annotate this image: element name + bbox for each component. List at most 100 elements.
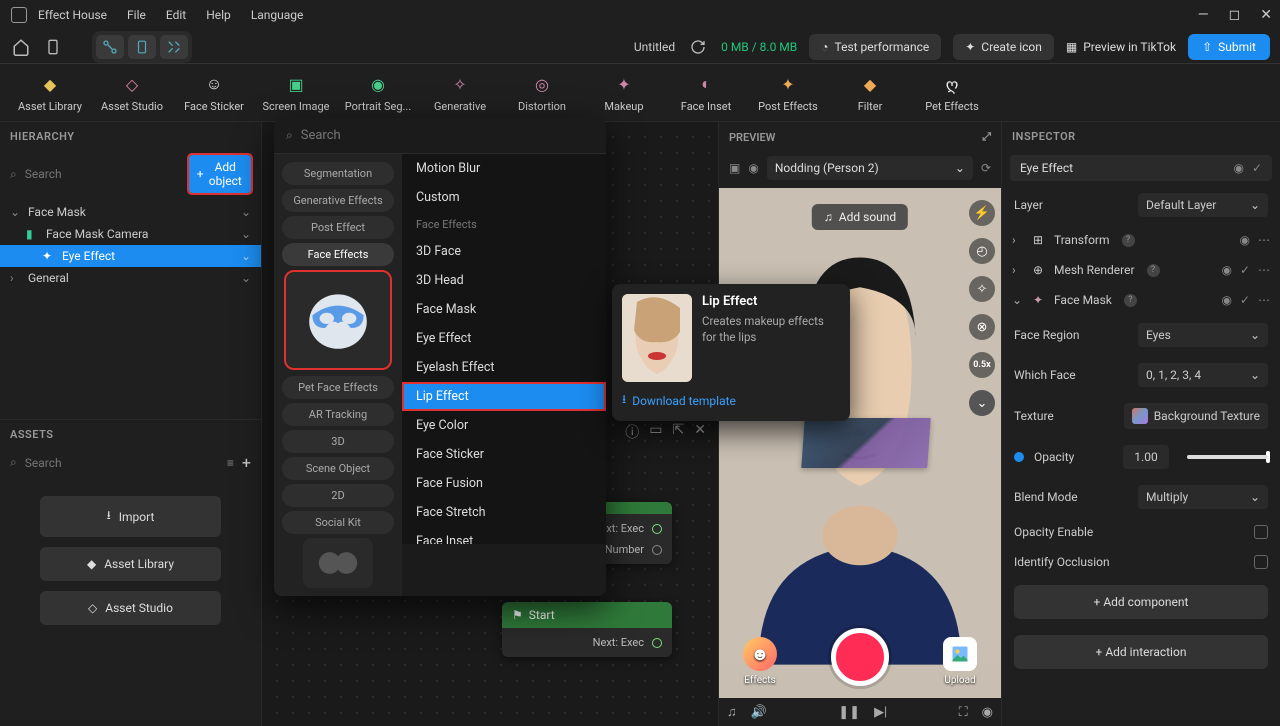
step-icon[interactable]: ▶| <box>874 705 887 720</box>
popover-search-input[interactable] <box>301 128 594 143</box>
calendar-icon[interactable]: ▭ <box>649 422 662 442</box>
pause-icon[interactable]: ❚❚ <box>838 705 860 720</box>
more-icon[interactable]: ⌄ <box>241 227 251 241</box>
record-button[interactable] <box>831 628 889 686</box>
layer-select[interactable]: Default Layer⌄ <box>1138 193 1268 217</box>
tool-filter[interactable]: ◆Filter <box>830 70 910 117</box>
cat-scene-object[interactable]: Scene Object <box>282 457 394 480</box>
add-sound-button[interactable]: ♫ Add sound <box>812 204 908 230</box>
home-button[interactable] <box>10 36 32 58</box>
tool-post-effects[interactable]: ✦Post Effects <box>748 70 828 117</box>
volume-icon[interactable]: 🔊 <box>751 705 767 720</box>
preview-tiktok-button[interactable]: ▦ Preview in TikTok <box>1066 40 1176 54</box>
which-face-select[interactable]: 0, 1, 2, 3, 4⌄ <box>1138 363 1268 387</box>
check-icon[interactable]: ✓ <box>1240 263 1250 277</box>
menu-help[interactable]: Help <box>206 8 231 22</box>
opacity-enable-checkbox[interactable] <box>1254 525 1268 539</box>
popover-item-list[interactable]: Motion Blur Custom Face Effects 3D Face … <box>402 154 606 544</box>
import-button[interactable]: ⭳Import <box>40 496 221 537</box>
help-icon[interactable]: ? <box>1122 234 1135 247</box>
phone-view-icon[interactable] <box>128 35 156 59</box>
tree-general[interactable]: › General ⌄ <box>0 267 261 289</box>
tool-asset-library[interactable]: ◆Asset Library <box>10 70 90 117</box>
tool-distortion[interactable]: ◎Distortion <box>502 70 582 117</box>
submit-button[interactable]: ⇧ Submit <box>1188 34 1270 60</box>
cat-2d[interactable]: 2D <box>282 484 394 507</box>
more-icon[interactable]: ⋯ <box>1258 233 1270 247</box>
cat-ar-tracking[interactable]: AR Tracking <box>282 403 394 426</box>
item-3d-face[interactable]: 3D Face <box>402 237 606 266</box>
more-icon[interactable]: ⋯ <box>1258 293 1270 307</box>
more-icon[interactable]: ⌄ <box>241 271 251 285</box>
more-icon[interactable]: ⌄ <box>241 249 251 263</box>
maximize-icon[interactable]: ◻ <box>1229 7 1241 23</box>
tool-generative[interactable]: ✧Generative <box>420 70 500 117</box>
item-custom[interactable]: Custom <box>402 183 606 212</box>
tool-portrait-seg[interactable]: ◉Portrait Seg... <box>338 70 418 117</box>
asset-library-button[interactable]: ◆Asset Library <box>40 547 221 581</box>
camera-toggle-icon[interactable]: ◉ <box>748 161 758 175</box>
tools-view-icon[interactable] <box>160 35 188 59</box>
layout-icon[interactable]: ▣ <box>729 161 740 175</box>
section-mesh-renderer[interactable]: › ⊕ Mesh Renderer ? ◉✓⋯ <box>1002 255 1280 285</box>
section-transform[interactable]: › ⊞ Transform ? ◉⋯ <box>1002 225 1280 255</box>
opacity-input[interactable]: 1.00 <box>1123 445 1169 469</box>
reload-icon[interactable]: ⟳ <box>981 161 991 175</box>
tool-screen-image[interactable]: ▣Screen Image <box>256 70 336 117</box>
more-icon[interactable]: ⌄ <box>241 205 251 219</box>
opacity-slider[interactable] <box>1187 455 1268 459</box>
section-face-mask[interactable]: ⌄ ✦ Face Mask ? ◉✓⋯ <box>1002 285 1280 315</box>
texture-select[interactable]: Background Texture <box>1124 403 1268 429</box>
fullscreen-icon[interactable]: ⛶ <box>959 705 968 720</box>
home-icon[interactable] <box>8 4 30 26</box>
music-icon[interactable]: ♫ <box>727 704 737 720</box>
speed-icon[interactable]: 0.5x <box>969 352 995 378</box>
circles-icon[interactable]: ⊗ <box>969 314 995 340</box>
help-icon[interactable]: ? <box>1147 264 1160 277</box>
popout-icon[interactable]: ⇱ <box>673 422 685 442</box>
visible-icon[interactable]: ◉ <box>1233 161 1243 175</box>
upload-button[interactable]: Upload <box>943 637 977 686</box>
item-lip-effect[interactable]: Lip Effect <box>402 382 606 411</box>
tree-face-mask-camera[interactable]: ▮ Face Mask Camera ⌄ <box>0 223 261 245</box>
minimize-icon[interactable]: — <box>1198 7 1209 23</box>
add-interaction-button[interactable]: + Add interaction <box>1014 635 1268 669</box>
item-3d-head[interactable]: 3D Head <box>402 266 606 295</box>
item-face-inset[interactable]: Face Inset <box>402 527 606 544</box>
blend-mode-select[interactable]: Multiply⌄ <box>1138 485 1268 509</box>
tool-face-sticker[interactable]: ☺Face Sticker <box>174 70 254 117</box>
help-icon[interactable]: ? <box>1124 294 1137 307</box>
close-icon[interactable]: ✕ <box>1260 7 1272 23</box>
item-eyelash[interactable]: Eyelash Effect <box>402 353 606 382</box>
item-face-fusion[interactable]: Face Fusion <box>402 469 606 498</box>
cat-3d[interactable]: 3D <box>282 430 394 453</box>
exec-port[interactable] <box>652 524 662 534</box>
visible-icon[interactable]: ◉ <box>1240 233 1250 247</box>
item-face-sticker[interactable]: Face Sticker <box>402 440 606 469</box>
item-face-stretch[interactable]: Face Stretch <box>402 498 606 527</box>
device-button[interactable] <box>42 36 64 58</box>
face-region-select[interactable]: Eyes⌄ <box>1138 323 1268 347</box>
menu-language[interactable]: Language <box>251 8 304 22</box>
tool-asset-studio[interactable]: ◇Asset Studio <box>92 70 172 117</box>
preview-person-select[interactable]: Nodding (Person 2) ⌄ <box>767 156 973 180</box>
bolt-icon[interactable]: ⚡ <box>969 200 995 226</box>
visible-icon[interactable]: ◉ <box>1221 293 1231 307</box>
item-motion-blur[interactable]: Motion Blur <box>402 154 606 183</box>
item-eye-color[interactable]: Eye Color <box>402 411 606 440</box>
cat-segmentation[interactable]: Segmentation <box>282 162 394 185</box>
timer-icon[interactable]: ◴ <box>969 238 995 264</box>
refresh-icon[interactable] <box>687 36 709 58</box>
cat-generative[interactable]: Generative Effects <box>282 189 394 212</box>
wand-icon[interactable]: ✧ <box>969 276 995 302</box>
info-icon[interactable]: ⓘ <box>625 422 639 442</box>
number-port[interactable] <box>652 545 662 555</box>
graph-node-start[interactable]: ⚑Start Next: Exec <box>502 602 672 657</box>
item-eye-effect[interactable]: Eye Effect <box>402 324 606 353</box>
tool-face-inset[interactable]: ◐Face Inset <box>666 70 746 117</box>
asset-studio-button[interactable]: ◇Asset Studio <box>40 591 221 625</box>
item-face-mask[interactable]: Face Mask <box>402 295 606 324</box>
cat-social-kit[interactable]: Social Kit <box>282 511 394 534</box>
exec-port[interactable] <box>652 638 662 648</box>
keyframe-indicator[interactable] <box>1014 452 1024 462</box>
